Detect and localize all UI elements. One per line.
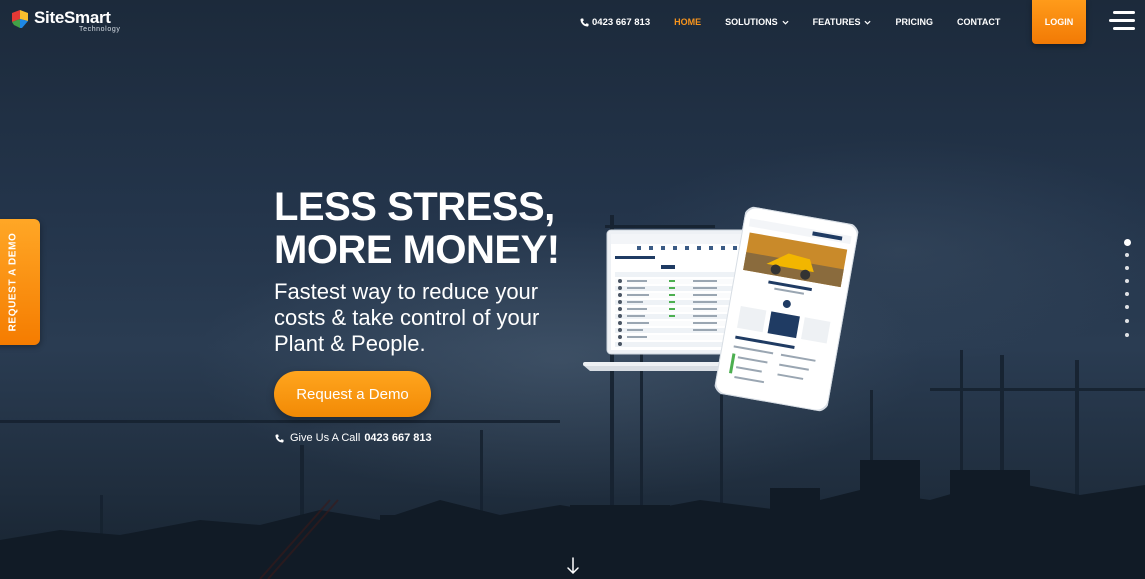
chevron-down-icon bbox=[782, 20, 789, 25]
hero-title: LESS STRESS, MORE MONEY! bbox=[274, 186, 560, 272]
chevron-down-icon bbox=[864, 20, 872, 25]
slider-dot[interactable] bbox=[1124, 239, 1131, 246]
request-demo-button[interactable]: Request a Demo bbox=[274, 371, 431, 417]
logo-cube-icon bbox=[12, 10, 28, 28]
nav-item-home[interactable]: HOME bbox=[674, 17, 701, 27]
arrow-down-icon[interactable] bbox=[566, 557, 580, 575]
nav-item-label: SOLUTIONS bbox=[725, 17, 778, 27]
call-prefix: Give Us A Call bbox=[290, 432, 361, 444]
hamburger-menu-icon[interactable] bbox=[1109, 11, 1135, 31]
nav-item-label: HOME bbox=[674, 17, 702, 27]
logo-name: SiteSmart bbox=[34, 8, 111, 27]
hero-title-line-1: LESS STRESS, bbox=[274, 185, 555, 229]
nav-item-label: PRICING bbox=[895, 17, 933, 27]
nav-item-features[interactable]: FEATURES bbox=[813, 17, 872, 27]
slider-pagination bbox=[1124, 239, 1132, 345]
phone-icon bbox=[275, 433, 284, 443]
slider-dot[interactable] bbox=[1125, 305, 1129, 309]
nav-item-pricing[interactable]: PRICING bbox=[895, 17, 933, 27]
nav-phone-link[interactable]: 0423 667 813 bbox=[580, 17, 650, 28]
slider-dot[interactable] bbox=[1125, 333, 1129, 337]
nav-item-contact[interactable]: CONTACT bbox=[957, 17, 1000, 27]
call-number: 0423 667 813 bbox=[364, 432, 432, 444]
nav-item-label: CONTACT bbox=[957, 17, 1001, 27]
request-demo-side-tab[interactable] bbox=[0, 219, 40, 345]
slider-dot[interactable] bbox=[1125, 266, 1129, 270]
slider-dot[interactable] bbox=[1125, 319, 1129, 323]
hero-title-line-2: MORE MONEY! bbox=[274, 228, 560, 272]
main-nav: 0423 667 813 HOME SOLUTIONS FEATURES PRI… bbox=[580, 0, 1024, 44]
side-tab-label: REQUEST A DEMO bbox=[7, 232, 19, 332]
slider-dot[interactable] bbox=[1125, 292, 1129, 296]
call-line[interactable]: Give Us A Call 0423 667 813 bbox=[275, 432, 432, 444]
logo-tagline: Technology bbox=[79, 26, 121, 33]
hero-subtitle: Fastest way to reduce your costs & take … bbox=[274, 279, 540, 356]
phone-icon bbox=[580, 17, 589, 27]
login-button[interactable]: LOGIN bbox=[1032, 0, 1086, 44]
slider-dot[interactable] bbox=[1125, 253, 1129, 257]
nav-item-solutions[interactable]: SOLUTIONS bbox=[725, 17, 789, 27]
slider-dot[interactable] bbox=[1125, 279, 1129, 283]
nav-item-label: FEATURES bbox=[812, 17, 861, 27]
sitesmart-logo[interactable]: SiteSmart Technology bbox=[10, 7, 125, 37]
nav-phone-number: 0423 667 813 bbox=[592, 16, 651, 28]
